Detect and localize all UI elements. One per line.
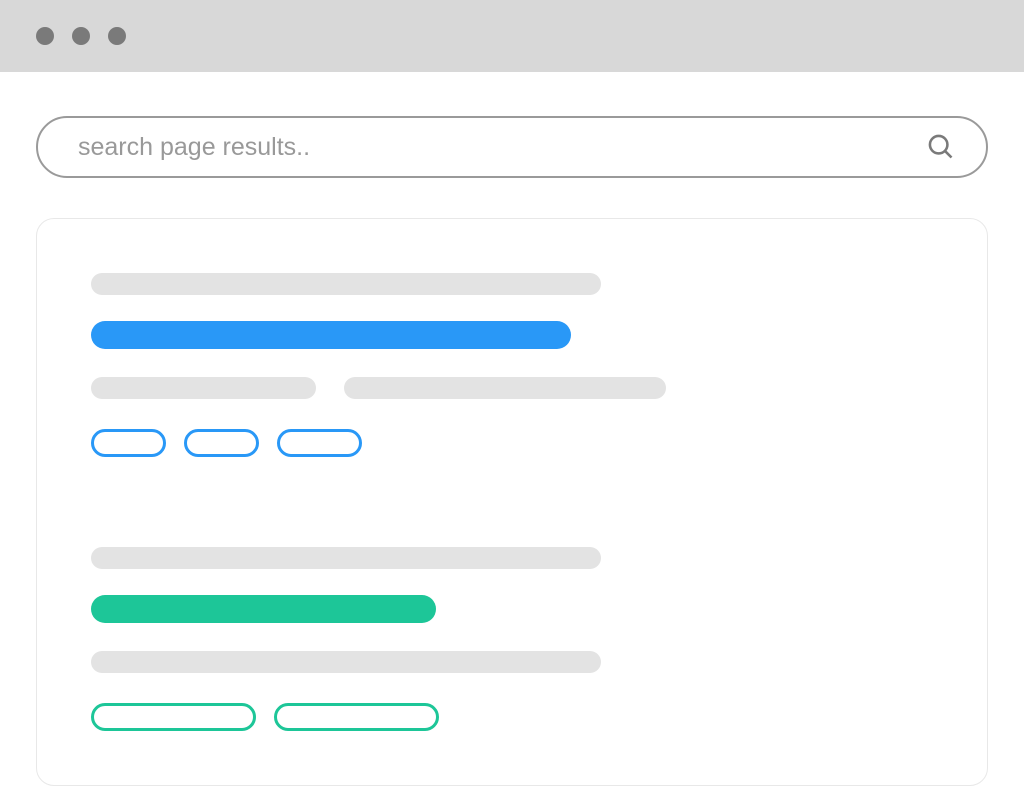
result-meta-skeleton [91,651,601,673]
search-bar[interactable] [36,116,988,178]
window-control-close[interactable] [36,27,54,45]
result-title-link[interactable] [91,595,436,623]
result-meta-skeleton [91,377,316,399]
result-item [91,273,933,457]
result-meta-row [91,377,933,399]
result-title-link[interactable] [91,321,571,349]
result-url-skeleton [91,547,601,569]
result-tag[interactable] [184,429,259,457]
result-meta-row [91,651,933,673]
result-url-skeleton [91,273,601,295]
result-tag[interactable] [277,429,362,457]
result-item [91,547,933,731]
result-meta-skeleton [344,377,666,399]
result-tag[interactable] [91,429,166,457]
results-card [36,218,988,786]
result-tag[interactable] [91,703,256,731]
window-title-bar [0,0,1024,72]
window-control-minimize[interactable] [72,27,90,45]
result-tags-row [91,429,933,457]
search-icon[interactable] [926,132,956,162]
result-tags-row [91,703,933,731]
content-area [0,72,1024,786]
search-input[interactable] [78,133,926,162]
result-tag[interactable] [274,703,439,731]
window-control-maximize[interactable] [108,27,126,45]
